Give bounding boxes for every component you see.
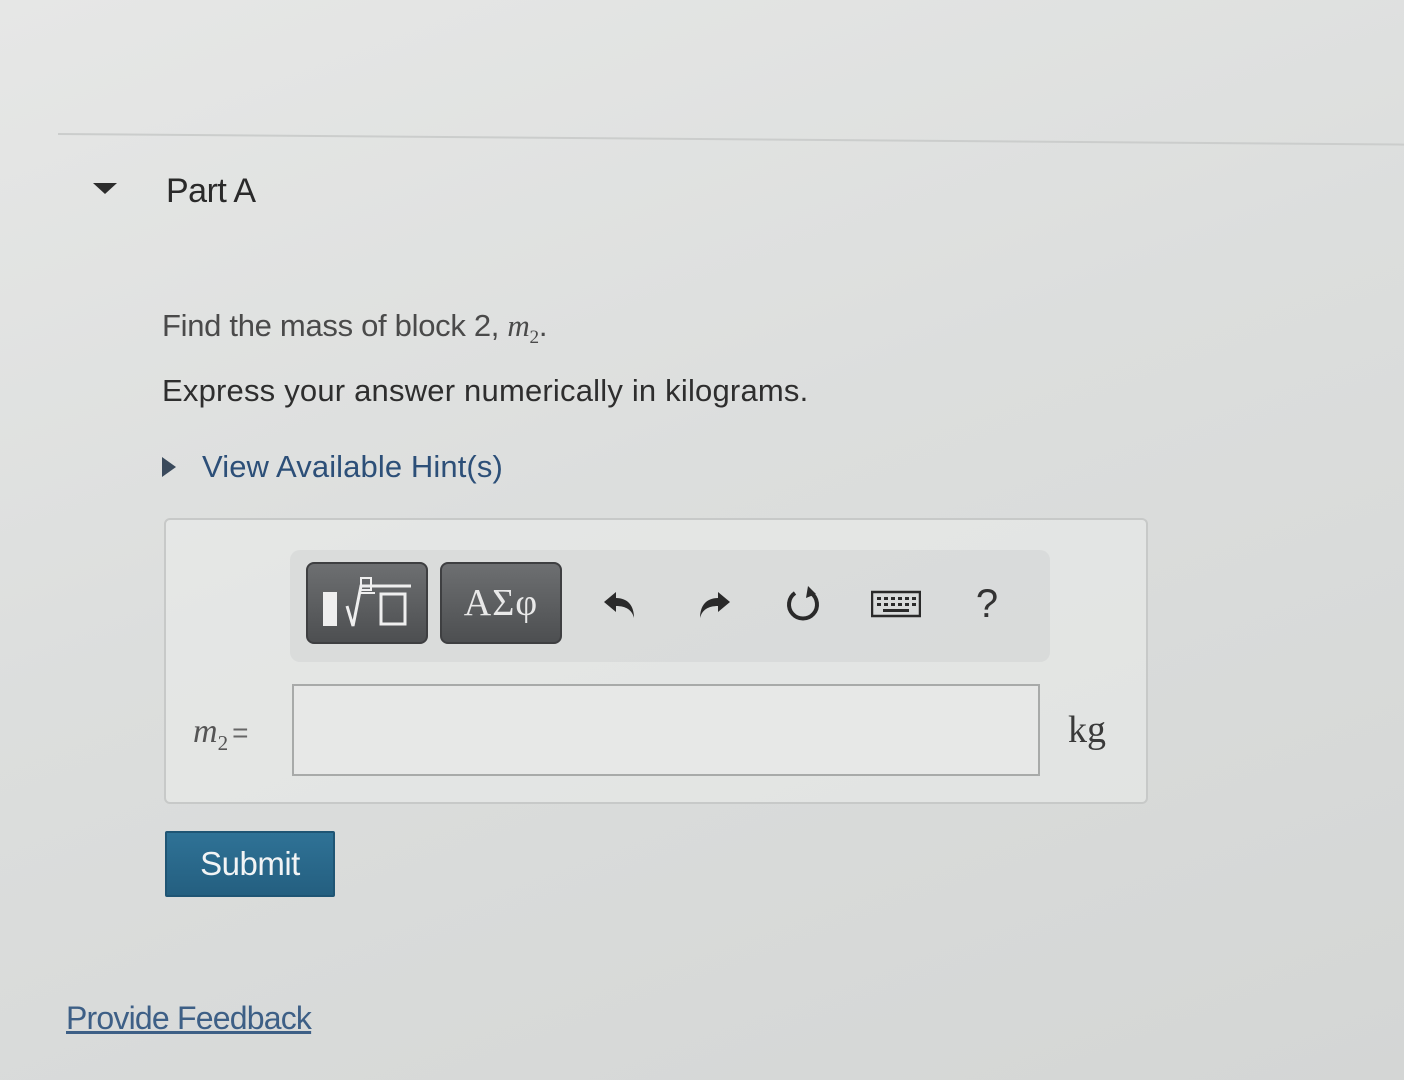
answer-variable-label: m2 = <box>193 713 249 755</box>
submit-button[interactable]: Submit <box>165 831 335 897</box>
question-prompt: Find the mass of block 2, <box>162 308 508 343</box>
collapse-part-caret-icon[interactable] <box>93 183 117 194</box>
templates-button[interactable] <box>306 562 428 644</box>
help-button[interactable]: ? <box>965 582 1009 626</box>
part-title: Part A <box>166 172 256 210</box>
greek-symbols-label: ΑΣφ <box>463 582 539 624</box>
fraction-root-template-icon <box>323 577 411 627</box>
provide-feedback-link[interactable]: Provide Feedback <box>66 1000 312 1037</box>
view-hints-label: View Available Hint(s) <box>202 449 503 484</box>
keyboard-icon[interactable] <box>870 582 922 626</box>
help-label: ? <box>975 581 999 626</box>
undo-icon[interactable] <box>598 582 642 626</box>
hint-caret-icon <box>162 457 176 477</box>
unit-label: kg <box>1068 709 1106 751</box>
reset-icon[interactable] <box>781 582 825 626</box>
redo-icon[interactable] <box>692 582 736 626</box>
answer-input[interactable] <box>292 684 1040 776</box>
section-divider <box>57 133 1404 146</box>
answer-instruction: Express your answer numerically in kilog… <box>162 373 809 408</box>
question-variable: m2 <box>507 308 539 349</box>
question-period: . <box>538 308 548 343</box>
greek-symbols-button[interactable]: ΑΣφ <box>440 562 562 644</box>
question-text: Find the mass of block 2, m2. <box>162 308 547 349</box>
view-hints-toggle[interactable]: View Available Hint(s) <box>162 449 503 485</box>
